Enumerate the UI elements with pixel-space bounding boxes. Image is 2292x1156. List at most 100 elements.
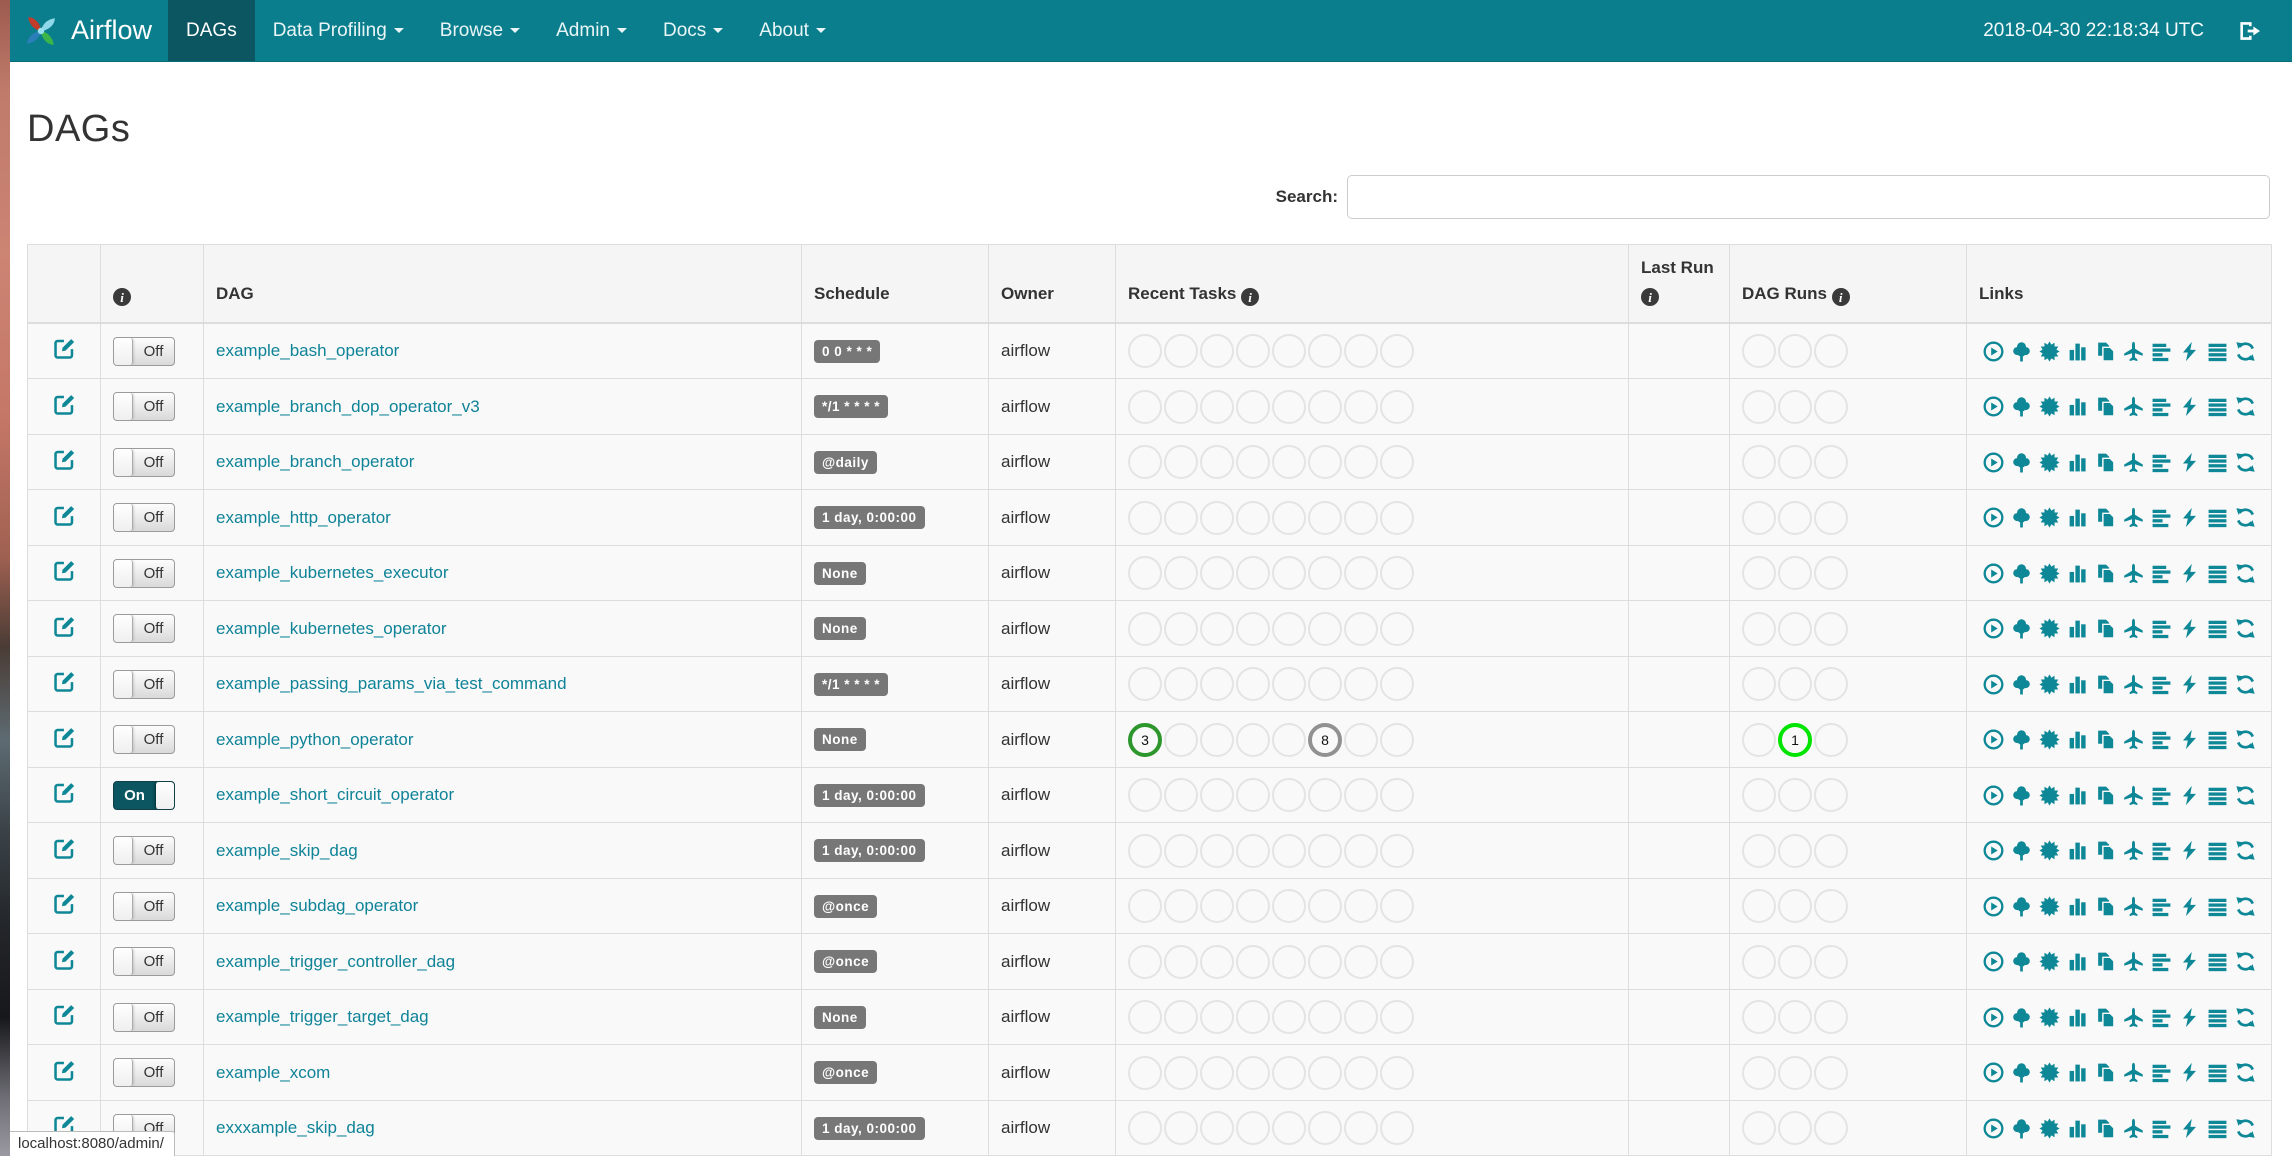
task-tries-icon[interactable] <box>2095 896 2116 917</box>
code-view-icon[interactable] <box>2179 951 2200 972</box>
dag-pause-toggle[interactable]: Off <box>113 392 175 421</box>
code-view-icon[interactable] <box>2179 507 2200 528</box>
dag-link[interactable]: example_kubernetes_executor <box>216 563 448 582</box>
code-view-icon[interactable] <box>2179 1062 2200 1083</box>
dag-pause-toggle[interactable]: Off <box>113 891 175 921</box>
edit-dag-icon[interactable] <box>53 393 76 416</box>
landing-times-icon[interactable] <box>2123 785 2144 806</box>
task-tries-icon[interactable] <box>2095 729 2116 750</box>
tree-view-icon[interactable] <box>2011 840 2032 861</box>
dag-link[interactable]: example_http_operator <box>216 508 391 527</box>
graph-view-icon[interactable] <box>2038 729 2060 750</box>
landing-times-icon[interactable] <box>2123 341 2144 362</box>
graph-view-icon[interactable] <box>2038 618 2060 639</box>
dag-pause-toggle[interactable]: Off <box>113 503 175 532</box>
trigger-dag-icon[interactable] <box>1983 785 2004 806</box>
task-duration-icon[interactable] <box>2067 452 2088 473</box>
landing-times-icon[interactable] <box>2123 618 2144 639</box>
gantt-icon[interactable] <box>2151 785 2172 806</box>
dag-pause-toggle[interactable]: Off <box>113 725 175 754</box>
tree-view-icon[interactable] <box>2011 507 2032 528</box>
dag-pause-toggle[interactable]: Off <box>113 614 175 643</box>
landing-times-icon[interactable] <box>2123 1118 2144 1139</box>
edit-dag-icon[interactable] <box>53 1003 76 1026</box>
tree-view-icon[interactable] <box>2011 563 2032 584</box>
landing-times-icon[interactable] <box>2123 729 2144 750</box>
code-view-icon[interactable] <box>2179 452 2200 473</box>
code-view-icon[interactable] <box>2179 396 2200 417</box>
task-tries-icon[interactable] <box>2095 618 2116 639</box>
nav-item-data-profiling[interactable]: Data Profiling <box>255 0 422 61</box>
gantt-icon[interactable] <box>2151 674 2172 695</box>
landing-times-icon[interactable] <box>2123 507 2144 528</box>
graph-view-icon[interactable] <box>2038 1117 2060 1139</box>
landing-times-icon[interactable] <box>2123 840 2144 861</box>
graph-view-icon[interactable] <box>2038 341 2060 362</box>
gantt-icon[interactable] <box>2151 1007 2172 1028</box>
tree-view-icon[interactable] <box>2011 785 2032 806</box>
dag-link[interactable]: example_xcom <box>216 1063 330 1082</box>
landing-times-icon[interactable] <box>2123 1062 2144 1083</box>
task-tries-icon[interactable] <box>2095 563 2116 584</box>
logs-icon[interactable] <box>2207 452 2228 473</box>
nav-item-browse[interactable]: Browse <box>422 0 538 61</box>
gantt-icon[interactable] <box>2151 396 2172 417</box>
refresh-icon[interactable] <box>2235 729 2256 750</box>
dag-link[interactable]: example_branch_operator <box>216 452 414 471</box>
dag-pause-toggle[interactable]: Off <box>113 1002 175 1032</box>
dag-link[interactable]: example_skip_dag <box>216 841 358 860</box>
trigger-dag-icon[interactable] <box>1983 618 2004 639</box>
refresh-icon[interactable] <box>2235 896 2256 917</box>
code-view-icon[interactable] <box>2179 896 2200 917</box>
trigger-dag-icon[interactable] <box>1983 674 2004 695</box>
edit-dag-icon[interactable] <box>53 837 76 860</box>
graph-view-icon[interactable] <box>2038 673 2060 695</box>
refresh-icon[interactable] <box>2235 396 2256 417</box>
gantt-icon[interactable] <box>2151 563 2172 584</box>
logs-icon[interactable] <box>2207 896 2228 917</box>
tree-view-icon[interactable] <box>2011 729 2032 750</box>
task-tries-icon[interactable] <box>2095 452 2116 473</box>
dag-link[interactable]: example_branch_dop_operator_v3 <box>216 397 480 416</box>
task-duration-icon[interactable] <box>2067 674 2088 695</box>
task-duration-icon[interactable] <box>2067 896 2088 917</box>
dag-link[interactable]: exxxample_skip_dag <box>216 1118 375 1137</box>
tree-view-icon[interactable] <box>2011 1118 2032 1139</box>
code-view-icon[interactable] <box>2179 785 2200 806</box>
refresh-icon[interactable] <box>2235 618 2256 639</box>
edit-dag-icon[interactable] <box>53 1059 76 1082</box>
task-duration-icon[interactable] <box>2067 840 2088 861</box>
refresh-icon[interactable] <box>2235 951 2256 972</box>
logs-icon[interactable] <box>2207 729 2228 750</box>
task-duration-icon[interactable] <box>2067 729 2088 750</box>
code-view-icon[interactable] <box>2179 840 2200 861</box>
logs-icon[interactable] <box>2207 618 2228 639</box>
refresh-icon[interactable] <box>2235 341 2256 362</box>
trigger-dag-icon[interactable] <box>1983 1118 2004 1139</box>
tree-view-icon[interactable] <box>2011 618 2032 639</box>
dag-pause-toggle[interactable]: Off <box>113 1058 175 1087</box>
trigger-dag-icon[interactable] <box>1983 951 2004 972</box>
landing-times-icon[interactable] <box>2123 896 2144 917</box>
tree-view-icon[interactable] <box>2011 896 2032 917</box>
dag-link[interactable]: example_passing_params_via_test_command <box>216 674 567 693</box>
task-tries-icon[interactable] <box>2095 840 2116 861</box>
logs-icon[interactable] <box>2207 507 2228 528</box>
tree-view-icon[interactable] <box>2011 1062 2032 1083</box>
logs-icon[interactable] <box>2207 341 2228 362</box>
refresh-icon[interactable] <box>2235 674 2256 695</box>
graph-view-icon[interactable] <box>2038 840 2060 861</box>
nav-item-docs[interactable]: Docs <box>645 0 741 61</box>
trigger-dag-icon[interactable] <box>1983 840 2004 861</box>
gantt-icon[interactable] <box>2151 341 2172 362</box>
graph-view-icon[interactable] <box>2038 396 2060 417</box>
edit-dag-icon[interactable] <box>53 615 76 638</box>
trigger-dag-icon[interactable] <box>1983 452 2004 473</box>
logs-icon[interactable] <box>2207 674 2228 695</box>
task-state-circle[interactable]: 3 <box>1128 722 1162 757</box>
tree-view-icon[interactable] <box>2011 951 2032 972</box>
task-state-circle[interactable]: 8 <box>1308 722 1342 757</box>
code-view-icon[interactable] <box>2179 1007 2200 1028</box>
nav-item-about[interactable]: About <box>741 0 844 61</box>
task-duration-icon[interactable] <box>2067 341 2088 362</box>
